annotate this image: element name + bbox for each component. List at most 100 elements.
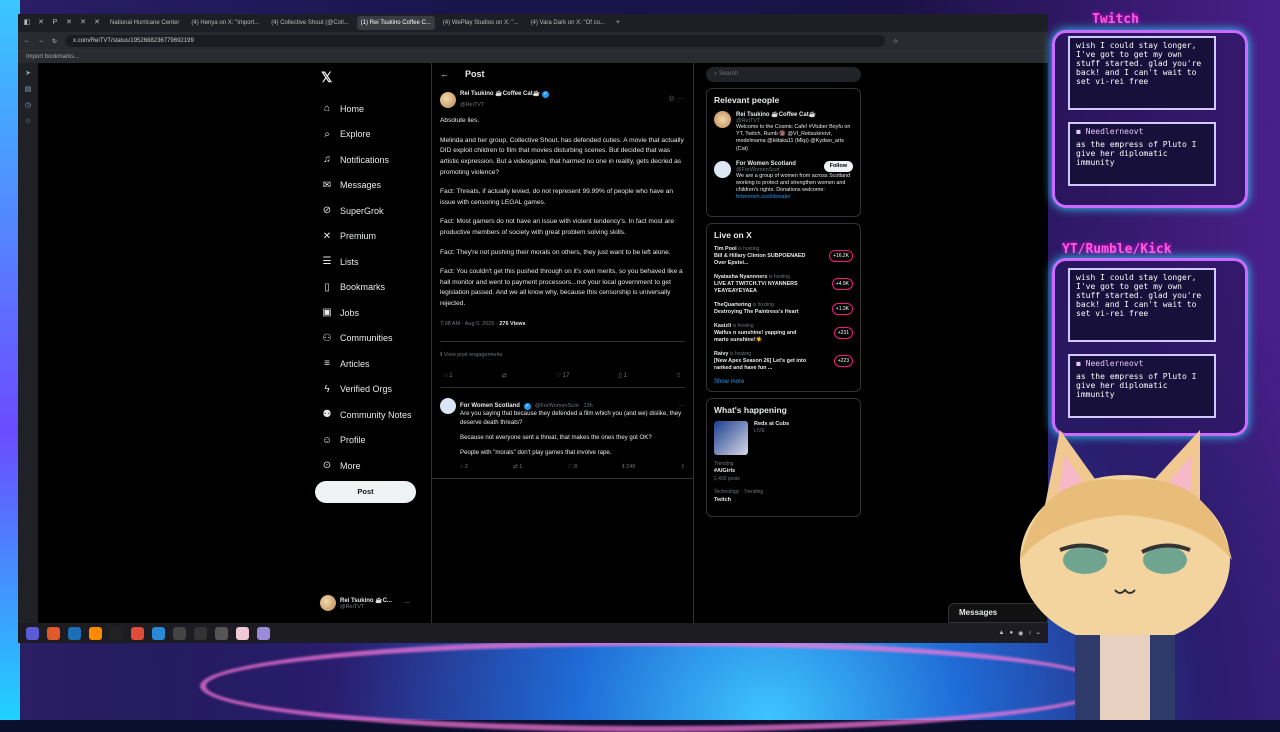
nav-jobs[interactable]: ▣ Jobs — [314, 300, 432, 326]
star-icon[interactable]: ☆ — [893, 38, 898, 45]
author-handle[interactable]: @ReiTVT — [460, 100, 549, 111]
grok-icon[interactable]: ◎ — [669, 94, 675, 105]
nav-explore[interactable]: ⌕ Explore — [314, 122, 432, 148]
repost-button[interactable]: ⇄ — [502, 371, 507, 382]
live-item[interactable]: Tim Pool is hosting Bill & Hillary Clinto… — [714, 246, 853, 267]
like-button[interactable]: ♡ 8 — [567, 463, 577, 472]
browser-tab[interactable]: (4) Collective Shout (@Coll... — [267, 16, 352, 30]
nav-verified-orgs[interactable]: ϟ Verified Orgs — [314, 377, 432, 403]
url-input[interactable]: x.com/ReiTVT/status/1952688236779692199 — [65, 35, 886, 47]
reply-post[interactable]: For Women Scotland ✓ @ForWomenScot · 13h… — [432, 392, 693, 480]
sidebar-icon[interactable]: ◷ — [25, 101, 31, 109]
post-timestamp[interactable]: 7:08 AM · Aug 5, 2025 · — [440, 321, 499, 327]
nav-community-notes[interactable]: ⚉ Community Notes — [314, 402, 432, 428]
tab-mini-icon[interactable]: ✕ — [64, 18, 74, 28]
person-card[interactable]: For Women Scotland @ForWomenScot Follow We… — [714, 160, 853, 202]
tab-mini-icon[interactable]: P — [50, 18, 60, 28]
tab-mini-icon[interactable]: ✕ — [92, 18, 102, 28]
trend-item[interactable]: Technology · Trending Twitch — [714, 489, 853, 504]
browser-tab-active[interactable]: (1) Rei Tsukino Coffee C... — [356, 16, 435, 30]
app-icon[interactable] — [173, 626, 186, 640]
grok-icon: ⊘ — [322, 205, 332, 217]
avatar[interactable] — [440, 91, 456, 108]
repost-button[interactable]: ⇄ 1 — [513, 463, 522, 472]
tab-mini-icon[interactable]: ✕ — [36, 18, 46, 28]
nav-lists[interactable]: ☰ Lists — [314, 249, 432, 275]
browser-tab[interactable]: (4) Vara Dark on X: "Of co... — [527, 16, 609, 30]
person-card[interactable]: Rei Tsukino ☕Coffee Cat☕ @ReiTVT Welcome… — [714, 111, 853, 153]
terminal-icon[interactable] — [110, 626, 123, 640]
nav-label: Communities — [340, 333, 393, 344]
nav-home[interactable]: ⌂ Home — [314, 96, 432, 122]
live-item[interactable]: Nyatasha Nyannners is hosting LIVE AT TWI… — [714, 274, 853, 295]
tab-mini-icon[interactable]: ◧ — [22, 18, 32, 28]
new-tab-icon[interactable]: + — [613, 18, 623, 28]
share-button[interactable]: ⇪ — [676, 371, 681, 382]
bookmark-button[interactable]: ▯ 1 — [619, 371, 627, 382]
left-nav: 𝕏 ⌂ Home ⌕ Explore ♫ Notifications ✉ Message… — [314, 63, 432, 479]
share-button[interactable]: ⇪ — [680, 463, 685, 472]
live-item[interactable]: Kasizli is hosting Waifus n sunshine! yap… — [714, 323, 853, 344]
taskbar: ▲ ● ◉ ♪ ⌁ — [18, 623, 1048, 643]
nav-label: Notifications — [340, 154, 390, 165]
obs-icon[interactable] — [215, 626, 228, 640]
live-item[interactable]: TheQuartering is hosting Destroying The P… — [714, 302, 853, 316]
nav-bookmarks[interactable]: ▯ Bookmarks — [314, 275, 432, 301]
trend-item[interactable]: Reds at Cubs LIVE — [714, 420, 853, 455]
live-item[interactable]: Raivy is hosting [New Apex Season 26] Let… — [714, 351, 853, 372]
nav-supergrok[interactable]: ⊘ SuperGrok — [314, 198, 432, 224]
verified-badge-icon: ✓ — [542, 91, 550, 98]
back-arrow-icon[interactable]: ← — [440, 69, 449, 79]
reply-button[interactable]: ○ 1 — [444, 371, 453, 382]
more-dots-icon[interactable]: ··· — [404, 600, 410, 606]
app-icon[interactable] — [236, 626, 249, 640]
browser-tab[interactable]: (4) WePlay Studios on X: "... — [439, 16, 523, 30]
show-more-link[interactable]: Show more — [714, 379, 853, 385]
nav-more[interactable]: ⊙ More — [314, 453, 432, 479]
nav-label: Home — [340, 103, 365, 114]
post-button[interactable]: Post — [315, 481, 416, 503]
post-text: Absolute lies. — [440, 117, 480, 125]
tab-mini-icon[interactable]: ✕ — [78, 18, 88, 28]
sidebar-icon[interactable]: ☆ — [25, 117, 31, 125]
donate-link[interactable]: forwomen.scot/donate/ — [736, 194, 853, 201]
avatar[interactable] — [440, 398, 456, 415]
trend-item[interactable]: Trending #AIGirls 2,402 posts — [714, 461, 853, 484]
more-dots-icon[interactable]: ··· — [678, 94, 685, 105]
nav-messages[interactable]: ✉ Messages — [314, 173, 432, 199]
follow-button[interactable]: Follow — [823, 161, 853, 173]
author-name[interactable]: Rei Tsukino ☕Coffee Cat☕ — [460, 91, 540, 97]
reply-button[interactable]: ○ 2 — [460, 463, 468, 472]
reply-actions: ○ 2 ⇄ 1 ♡ 8 ⫴ 249 ⇪ — [460, 463, 685, 472]
bookmarks-bar[interactable]: Import bookmarks... — [18, 50, 1048, 63]
nav-premium[interactable]: ✕ Premium — [314, 224, 432, 250]
browser-icon[interactable] — [89, 626, 102, 640]
nav-notifications[interactable]: ♫ Notifications — [314, 147, 432, 173]
browser-tab[interactable]: (4) Henya on X: "Import... — [187, 16, 263, 30]
view-engagements-link[interactable]: ⫴ View post engagements — [440, 341, 685, 361]
sidebar-icon[interactable]: ▤ — [25, 85, 32, 93]
right-sidebar: ⌕ Search Relevant people Rei Tsukino ☕Co… — [706, 63, 861, 518]
nav-profile[interactable]: ☺ Profile — [314, 428, 432, 454]
firefox-icon[interactable] — [47, 626, 60, 640]
sidebar-icon[interactable]: ➤ — [25, 69, 31, 77]
like-button[interactable]: ♡ 17 — [556, 371, 570, 382]
post-author: Rei Tsukino ☕Coffee Cat☕ ✓ @ReiTVT ◎ ··· — [440, 89, 685, 110]
search-icon: ⌕ — [324, 128, 330, 140]
search-input[interactable]: ⌕ Search — [706, 67, 861, 82]
app-icon[interactable] — [257, 626, 270, 640]
reload-icon[interactable]: ↻ — [52, 38, 57, 45]
account-switcher[interactable]: Rei Tsukino ☕C... @ReiTVT ··· — [320, 595, 410, 611]
steam-icon[interactable] — [68, 626, 81, 640]
x-logo-icon[interactable]: 𝕏 — [321, 69, 432, 86]
app-icon[interactable] — [131, 626, 144, 640]
browser-tab[interactable]: National Hurricane Center — [106, 16, 183, 30]
nav-communities[interactable]: ⚇ Communities — [314, 326, 432, 352]
app-icon[interactable] — [194, 626, 207, 640]
back-icon[interactable]: ← — [24, 38, 30, 44]
forward-icon[interactable]: → — [38, 38, 44, 44]
nav-articles[interactable]: ≡ Articles — [314, 351, 432, 377]
views-button[interactable]: ⫴ 249 — [622, 463, 635, 472]
files-icon[interactable] — [152, 626, 165, 640]
app-launcher-icon[interactable] — [26, 626, 39, 640]
